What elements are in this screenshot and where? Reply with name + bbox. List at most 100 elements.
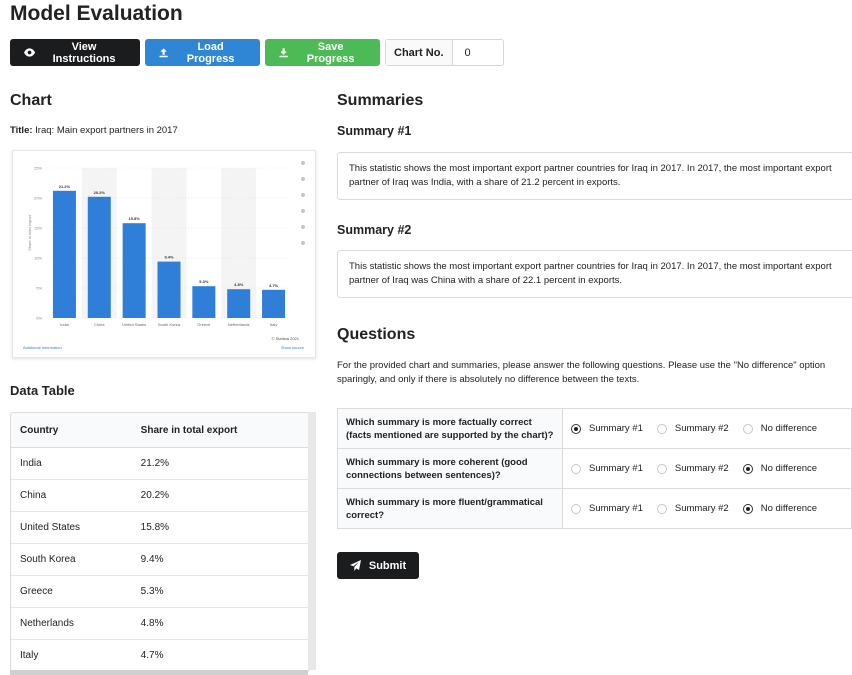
question-options: Summary #1 Summary #2 No difference	[562, 488, 852, 529]
option-summary-2[interactable]: Summary #2	[656, 463, 729, 474]
chart-x-tick-label: China	[94, 322, 105, 327]
chart-data-label: 15.8%	[128, 216, 140, 221]
chart-side-toolbar	[301, 161, 305, 245]
save-progress-button[interactable]: Save Progress	[265, 39, 380, 66]
summary-1-box: This statistic shows the most important …	[337, 152, 852, 200]
data-table: Country Share in total export India 21.2%…	[10, 412, 310, 672]
question-row: Which summary is more fluent/grammatical…	[337, 488, 852, 529]
paper-plane-icon	[349, 560, 361, 571]
column-header-country: Country	[11, 413, 132, 448]
table-cell: South Korea	[11, 543, 132, 576]
chart-number-input[interactable]: 0	[453, 40, 483, 65]
table-cell: 4.7%	[140, 650, 164, 661]
summary-2-box: This statistic shows the most important …	[337, 250, 852, 298]
option-label: Summary #2	[674, 463, 729, 474]
chart-x-tick-label: Greece	[197, 322, 211, 327]
table-header-row: Country Share in total export	[11, 413, 309, 448]
option-no-difference[interactable]: No difference	[742, 423, 817, 434]
chart-card: 0% 5% 10% 15% 20% 25% 21.2% India 20.2% China 15.8…	[12, 150, 316, 358]
option-summary-1[interactable]: Summary #1	[571, 503, 643, 514]
summary-2-text: This statistic shows the most important …	[349, 261, 832, 286]
view-instructions-button[interactable]: View Instructions	[10, 39, 140, 66]
questions-table: Which summary is more factually correct …	[337, 408, 852, 529]
chart-data-label: 5.3%	[199, 279, 209, 284]
option-summary-2[interactable]: Summary #2	[656, 423, 729, 434]
radio-button[interactable]	[571, 423, 581, 434]
radio-button[interactable]	[571, 503, 581, 514]
bell-icon[interactable]	[301, 177, 305, 181]
chart-y-tick-label: 5%	[36, 286, 42, 291]
option-no-difference[interactable]: No difference	[742, 503, 818, 514]
show-source-link[interactable]: Show source	[281, 345, 305, 350]
submit-button[interactable]: Submit	[337, 552, 419, 579]
table-row: South Korea 9.4%	[11, 543, 309, 576]
chart-bar	[52, 190, 76, 318]
save-progress-label: Save Progress	[306, 40, 355, 65]
option-label: Summary #1	[589, 423, 643, 434]
load-progress-label: Load Progress	[186, 40, 235, 65]
table-vertical-scrollbar[interactable]	[308, 412, 316, 670]
question-row: Which summary is more coherent (good con…	[337, 448, 852, 489]
star-icon[interactable]	[301, 161, 305, 165]
settings-icon[interactable]	[301, 193, 305, 197]
chart-x-tick-label: Netherlands	[228, 322, 250, 327]
option-summary-1[interactable]: Summary #1	[571, 423, 643, 434]
option-label: Summary #1	[589, 503, 643, 514]
question-text: Which summary is more coherent (good con…	[337, 448, 563, 489]
chart-y-tick-label: 20%	[34, 196, 42, 201]
chart-credit: © Statista 2021	[272, 336, 300, 341]
chart-y-tick-label: 0%	[36, 316, 42, 321]
summary-1-text: This statistic shows the most important …	[349, 163, 832, 188]
chart-data-label: 9.4%	[164, 255, 174, 260]
option-summary-1[interactable]: Summary #1	[571, 463, 643, 474]
table-row: United States 15.8%	[11, 511, 309, 544]
chart-title-label: Title:	[10, 125, 33, 136]
radio-button[interactable]	[656, 503, 667, 514]
upload-icon	[159, 47, 168, 57]
load-progress-button[interactable]: Load Progress	[145, 39, 260, 66]
option-summary-2[interactable]: Summary #2	[656, 503, 729, 514]
share-icon[interactable]	[301, 209, 305, 213]
radio-button[interactable]	[742, 503, 753, 514]
table-row: Italy 4.7%	[11, 640, 309, 672]
radio-button[interactable]	[742, 423, 753, 434]
download-icon	[279, 47, 288, 57]
table-cell: 9.4%	[131, 543, 309, 576]
bar-chart: 0% 5% 10% 15% 20% 25% 21.2% India 20.2% China 15.8…	[23, 161, 305, 350]
radio-button[interactable]	[571, 463, 581, 474]
summary-1-heading: Summary #1	[337, 124, 412, 138]
table-cell: 20.2%	[131, 479, 309, 512]
radio-button[interactable]	[656, 463, 667, 474]
option-label: No difference	[760, 503, 818, 514]
table-horizontal-scrollbar[interactable]	[10, 670, 308, 675]
chart-y-axis-label: Share in total export	[27, 214, 32, 251]
chart-x-tick-label: India	[60, 322, 69, 327]
question-options: Summary #1 Summary #2 No difference	[562, 408, 852, 449]
question-row: Which summary is more factually correct …	[337, 408, 852, 449]
question-text: Which summary is more fluent/grammatical…	[337, 488, 563, 529]
toolbar: View Instructions Load Progress Save Pro…	[10, 39, 504, 66]
chart-bar	[227, 289, 251, 318]
quote-icon[interactable]	[301, 225, 305, 229]
chart-bar	[87, 196, 111, 318]
table-row: India 21.2%	[11, 447, 309, 480]
table-cell: Netherlands	[11, 607, 132, 640]
print-icon[interactable]	[301, 241, 305, 245]
chart-number-label: Chart No.	[386, 40, 453, 65]
chart-number-field: Chart No. 0	[385, 39, 504, 66]
summary-2-heading: Summary #2	[337, 223, 412, 237]
page-title: Model Evaluation	[10, 2, 183, 25]
chart-x-tick-label: United States	[122, 322, 146, 327]
chart-bar	[157, 261, 181, 318]
chart-title-line: Title: Iraq: Main export partners in 201…	[10, 125, 178, 136]
radio-button[interactable]	[656, 423, 667, 434]
additional-info-link[interactable]: Additional Information	[23, 345, 62, 350]
chart-title-value: Iraq: Main export partners in 2017	[35, 125, 178, 136]
submit-label: Submit	[368, 559, 407, 572]
option-label: Summary #1	[589, 463, 643, 474]
chart-heading: Chart	[10, 92, 52, 109]
radio-button[interactable]	[742, 463, 753, 474]
table-cell: India	[11, 447, 132, 480]
option-no-difference[interactable]: No difference	[742, 463, 817, 474]
chart-bar	[262, 289, 286, 318]
